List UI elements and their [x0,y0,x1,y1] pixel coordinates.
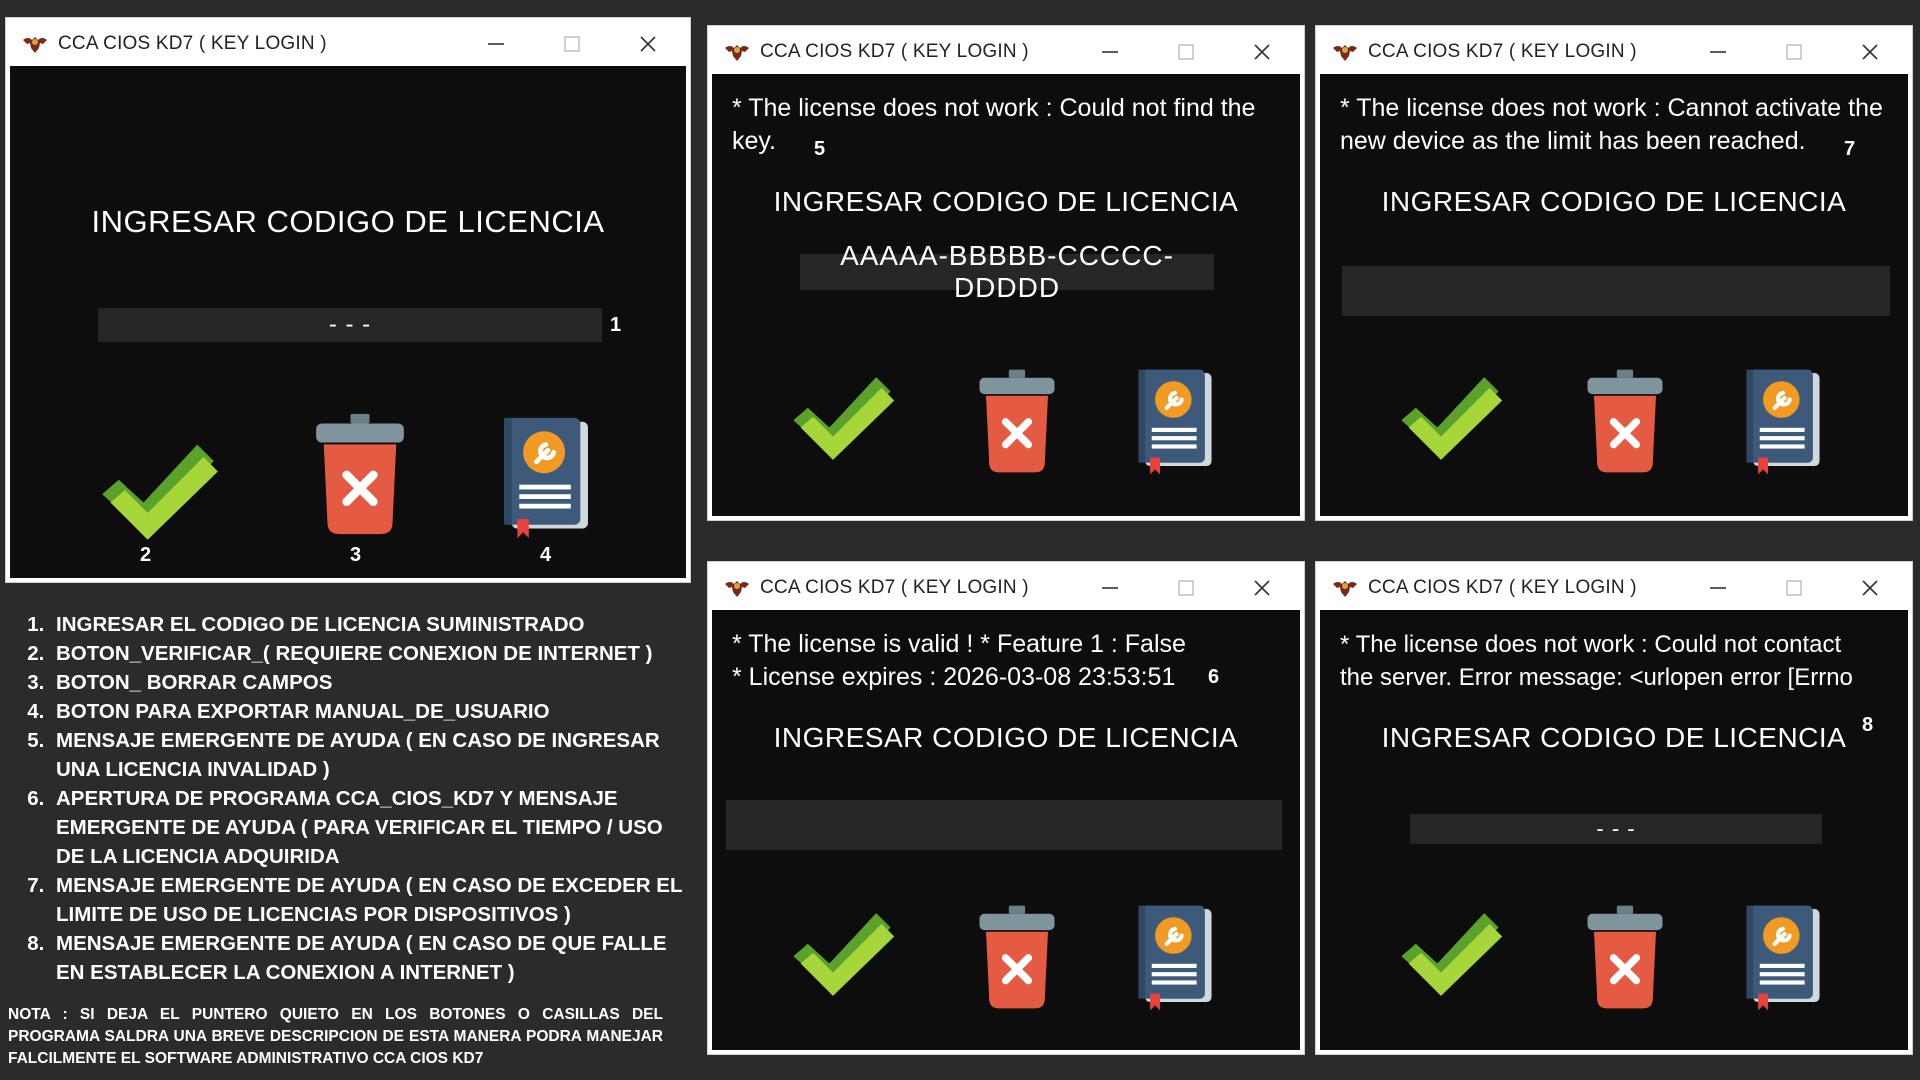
window-client-area: * The license does not work : Could not … [712,74,1300,516]
maximize-icon[interactable] [534,22,610,66]
maximize-icon[interactable] [1148,566,1224,610]
trash-icon[interactable] [976,368,1058,474]
callout-number: 3 [350,544,362,566]
trash-icon[interactable] [976,904,1058,1010]
checkmark-icon[interactable] [96,430,220,544]
close-icon[interactable] [1832,566,1908,610]
legend-list: INGRESAR EL CODIGO DE LICENCIA SUMINISTR… [12,610,692,987]
license-code-input[interactable]: - - - [1410,814,1822,844]
license-heading: INGRESAR CODIGO DE LICENCIA [1381,722,1847,753]
manual-book-icon[interactable] [496,416,596,540]
license-code-input[interactable] [726,800,1282,850]
close-icon[interactable] [1224,30,1300,74]
eagle-emblem-icon [724,578,750,598]
manual-book-icon[interactable] [1132,904,1218,1012]
window-title: CCA CIOS KD7 ( KEY LOGIN ) [58,33,327,54]
license-code-input[interactable]: AAAAA-BBBBB-CCCCC-DDDDD [800,240,1214,303]
legend-item: APERTURA DE PROGRAMA CCA_CIOS_KD7 Y MENS… [50,784,692,871]
status-message: * The license is valid ! * Feature 1 : F… [732,630,1186,691]
legend-item: MENSAJE EMERGENTE DE AYUDA ( EN CASO DE … [50,871,692,929]
window-client-area: * The license is valid ! * Feature 1 : F… [712,610,1300,1050]
license-heading: INGRESAR CODIGO DE LICENCIA [91,204,605,239]
license-heading: INGRESAR CODIGO DE LICENCIA [773,722,1239,753]
status-message: * The license does not work : Could not … [1340,631,1853,691]
window-client-area: INGRESAR CODIGO DE LICENCIA - - - 1 2 3 … [10,66,686,578]
eagle-emblem-icon [22,34,48,54]
eagle-emblem-icon [1332,578,1358,598]
key-login-window-device-limit: CCA CIOS KD7 ( KEY LOGIN ) * The license… [1316,26,1912,520]
window-title: CCA CIOS KD7 ( KEY LOGIN ) [760,41,1029,62]
legend-item: BOTON PARA EXPORTAR MANUAL_DE_USUARIO [50,697,692,726]
trash-icon[interactable] [1584,904,1666,1010]
legend-item: BOTON_ BORRAR CAMPOS [50,668,692,697]
checkmark-icon[interactable] [1396,364,1504,464]
maximize-icon[interactable] [1756,30,1832,74]
checkmark-icon[interactable] [788,364,896,464]
callout-number: 4 [540,544,552,566]
key-login-window-not-found: CCA CIOS KD7 ( KEY LOGIN ) * The license… [708,26,1304,520]
checkmark-icon[interactable] [788,900,896,1000]
title-bar[interactable]: CCA CIOS KD7 ( KEY LOGIN ) [10,22,686,66]
legend-item: BOTON_VERIFICAR_( REQUIERE CONEXION DE I… [50,639,692,668]
key-login-window-valid: CCA CIOS KD7 ( KEY LOGIN ) * The license… [708,562,1304,1054]
license-heading: INGRESAR CODIGO DE LICENCIA [773,186,1239,217]
license-heading: INGRESAR CODIGO DE LICENCIA [1381,186,1847,217]
callout-number: 1 [610,314,622,336]
minimize-icon[interactable] [1680,30,1756,74]
note-text: NOTA : SI DEJA EL PUNTERO QUIETO EN LOS … [8,1006,663,1067]
eagle-emblem-icon [724,42,750,62]
legend-item: MENSAJE EMERGENTE DE AYUDA ( EN CASO DE … [50,726,692,784]
callout-number: 2 [140,544,152,566]
manual-book-icon[interactable] [1740,368,1826,476]
minimize-icon[interactable] [458,22,534,66]
eagle-emblem-icon [1332,42,1358,62]
window-title: CCA CIOS KD7 ( KEY LOGIN ) [1368,577,1637,598]
trash-icon[interactable] [312,412,408,536]
callout-number: 6 [1208,666,1220,688]
close-icon[interactable] [610,22,686,66]
window-client-area: * The license does not work : Could not … [1320,610,1908,1050]
license-code-input[interactable] [1342,266,1890,316]
close-icon[interactable] [1224,566,1300,610]
status-message: * The license does not work : Cannot act… [1340,94,1883,155]
close-icon[interactable] [1832,30,1908,74]
key-login-window-no-connection: CCA CIOS KD7 ( KEY LOGIN ) * The license… [1316,562,1912,1054]
manual-book-icon[interactable] [1740,904,1826,1012]
maximize-icon[interactable] [1756,566,1832,610]
title-bar[interactable]: CCA CIOS KD7 ( KEY LOGIN ) [712,30,1300,74]
title-bar[interactable]: CCA CIOS KD7 ( KEY LOGIN ) [1320,30,1908,74]
key-login-window-main: CCA CIOS KD7 ( KEY LOGIN ) INGRESAR CODI… [6,18,690,582]
legend-item: MENSAJE EMERGENTE DE AYUDA ( EN CASO DE … [50,929,692,987]
callout-number: 7 [1844,138,1856,160]
trash-icon[interactable] [1584,368,1666,474]
license-code-input[interactable]: - - - [98,308,602,342]
window-title: CCA CIOS KD7 ( KEY LOGIN ) [760,577,1029,598]
minimize-icon[interactable] [1680,566,1756,610]
maximize-icon[interactable] [1148,30,1224,74]
minimize-icon[interactable] [1072,30,1148,74]
window-title: CCA CIOS KD7 ( KEY LOGIN ) [1368,41,1637,62]
window-client-area: * The license does not work : Cannot act… [1320,74,1908,516]
checkmark-icon[interactable] [1396,900,1504,1000]
callout-number: 5 [814,138,826,160]
minimize-icon[interactable] [1072,566,1148,610]
title-bar[interactable]: CCA CIOS KD7 ( KEY LOGIN ) [1320,566,1908,610]
manual-book-icon[interactable] [1132,368,1218,476]
legend-item: INGRESAR EL CODIGO DE LICENCIA SUMINISTR… [50,610,692,639]
title-bar[interactable]: CCA CIOS KD7 ( KEY LOGIN ) [712,566,1300,610]
